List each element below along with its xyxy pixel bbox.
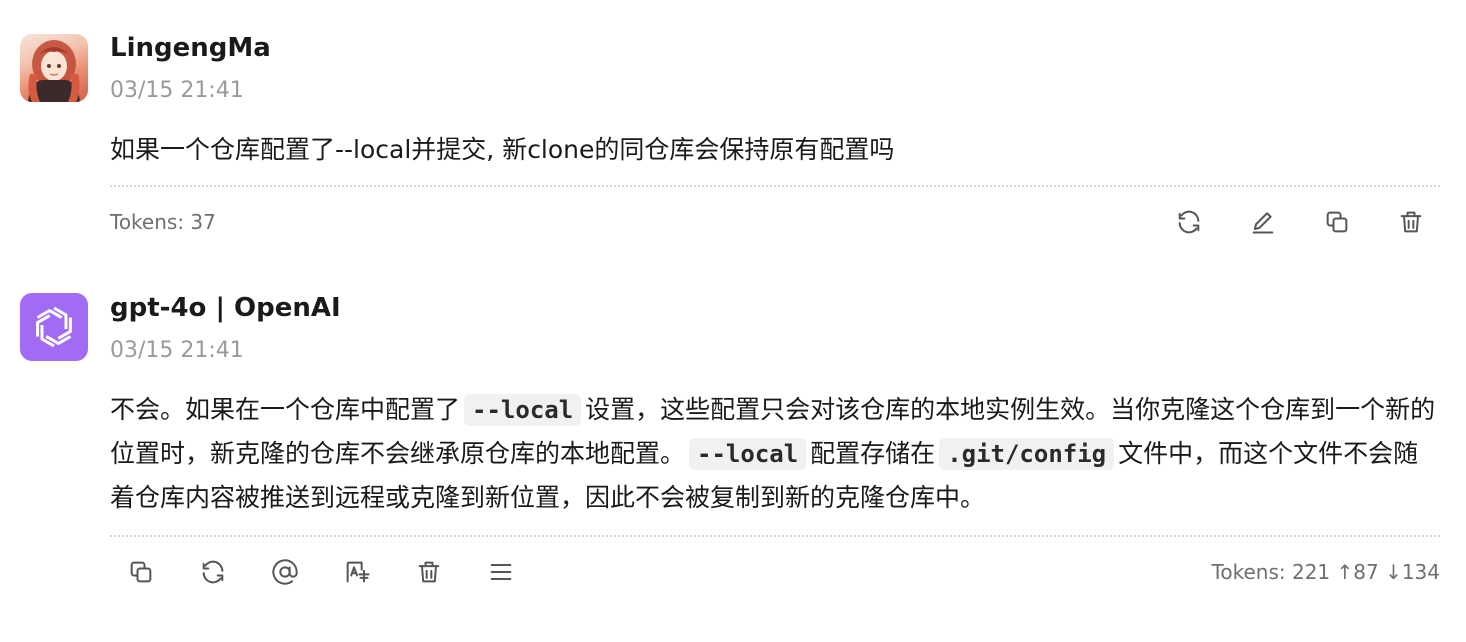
refresh-icon[interactable]: [1168, 204, 1210, 240]
assistant-message: gpt-4o | OpenAI 03/15 21:41 不会。如果在一个仓库中配…: [0, 262, 1466, 642]
assistant-name: gpt-4o | OpenAI: [110, 293, 341, 323]
inline-code: .git/config: [939, 438, 1115, 470]
token-count: Tokens: 221 ↑87 ↓134: [1211, 560, 1440, 584]
regenerate-icon[interactable]: [192, 554, 234, 590]
user-message-actions: [1168, 204, 1432, 240]
text-segment: 配置存储在: [810, 439, 936, 468]
assistant-message-actions: [120, 554, 522, 590]
inline-code: --local: [689, 438, 807, 470]
translate-icon[interactable]: [336, 554, 378, 590]
delete-icon[interactable]: [1390, 204, 1432, 240]
copy-icon[interactable]: [1316, 204, 1358, 240]
openai-logo-icon: [36, 306, 72, 348]
user-name: LingengMa: [110, 33, 271, 63]
delete-icon[interactable]: [408, 554, 450, 590]
message-divider: [110, 185, 1440, 187]
message-timestamp: 03/15 21:41: [110, 338, 244, 363]
inline-code: --local: [464, 394, 582, 426]
menu-icon[interactable]: [480, 554, 522, 590]
user-message-text: 如果一个仓库配置了--local并提交, 新clone的同仓库会保持原有配置吗: [110, 135, 895, 164]
openai-avatar[interactable]: [20, 293, 88, 361]
message-timestamp: 03/15 21:41: [110, 78, 244, 103]
user-avatar[interactable]: [20, 34, 88, 102]
mention-icon[interactable]: [264, 554, 306, 590]
message-divider: [110, 535, 1440, 537]
anime-avatar-image: [28, 40, 80, 102]
assistant-message-text: 不会。如果在一个仓库中配置了 --local 设置，这些配置只会对该仓库的本地实例生…: [110, 388, 1440, 520]
user-message: LingengMa 03/15 21:41 如果一个仓库配置了--local并提…: [0, 0, 1466, 262]
token-count: Tokens: 37: [110, 210, 216, 234]
text-segment: 不会。如果在一个仓库中配置了: [110, 395, 461, 424]
edit-icon[interactable]: [1242, 204, 1284, 240]
copy-icon[interactable]: [120, 554, 162, 590]
